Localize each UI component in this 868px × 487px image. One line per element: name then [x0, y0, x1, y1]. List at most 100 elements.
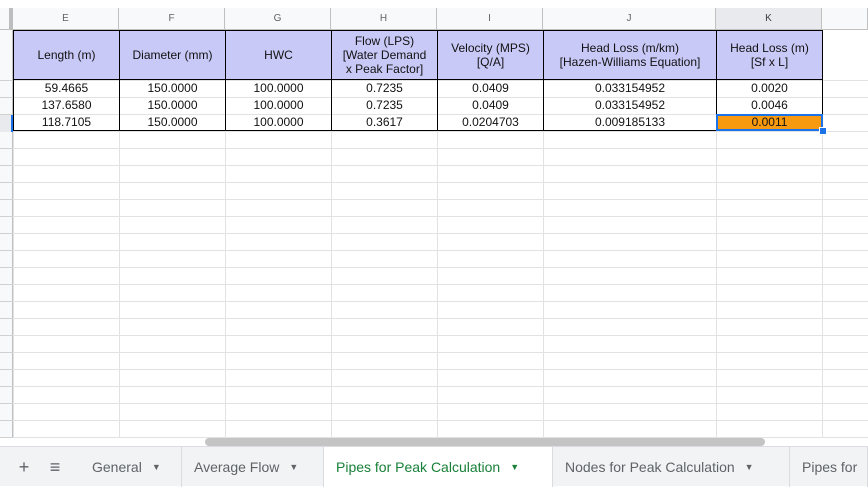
table-cell[interactable]: 137.6580 [13, 97, 120, 114]
table-cell[interactable]: 100.0000 [225, 114, 332, 131]
table-header-cell[interactable]: Diameter (mm) [119, 30, 226, 80]
row-divider [0, 437, 13, 438]
row-divider [0, 335, 13, 336]
table-cell[interactable]: 0.033154952 [543, 97, 717, 114]
table-cell[interactable]: 0.0046 [716, 97, 823, 114]
row-divider [0, 250, 13, 251]
row-divider [0, 267, 13, 268]
select-all-corner[interactable] [0, 8, 13, 30]
table-header-cell[interactable]: HWC [225, 30, 332, 80]
chevron-down-icon[interactable]: ▼ [289, 462, 298, 472]
row-divider [0, 352, 13, 353]
grid-row-line [13, 335, 868, 336]
table-header-text: x Peak Factor] [345, 62, 424, 76]
all-sheets-menu-icon[interactable]: ≡ [44, 455, 66, 479]
column-header-h[interactable]: H [331, 8, 437, 30]
sheet-tab[interactable]: Nodes for Peak Calculation ▼ [553, 447, 790, 487]
table-cell[interactable]: 100.0000 [225, 80, 332, 97]
table-header-text: Diameter (mm) [132, 48, 213, 62]
row-header-strip[interactable] [0, 30, 13, 438]
row-divider [0, 284, 13, 285]
row-divider [0, 165, 13, 166]
sheet-tab-label: General [92, 459, 142, 475]
row-divider [0, 369, 13, 370]
row-divider [0, 97, 13, 98]
add-sheet-button[interactable]: + [14, 455, 34, 479]
horizontal-scrollbar[interactable] [205, 438, 765, 446]
row-divider [0, 386, 13, 387]
table-cell[interactable]: 150.0000 [119, 80, 226, 97]
sheet-tab-label: Pipes for Peak Calculation [336, 459, 501, 475]
column-header-empty[interactable] [822, 8, 868, 30]
fill-handle[interactable] [819, 127, 827, 135]
row-divider [0, 420, 13, 421]
table-header-text: [Hazen-Williams Equation] [559, 55, 701, 69]
table-cell[interactable]: 150.0000 [119, 114, 226, 131]
sheet-tab-label: Nodes for Peak Calculation [565, 459, 735, 475]
table-header-cell[interactable]: Head Loss (m) [Sf x L] [716, 30, 823, 80]
column-header-f[interactable]: F [119, 8, 225, 30]
sheet-tab-bar: + ≡ General ▼ Average Flow ▼ Pipes for Peak … [0, 446, 868, 487]
table-header-text: Head Loss (m/km) [580, 41, 680, 55]
table-cell[interactable]: 0.3617 [331, 114, 438, 131]
table-header-text: Head Loss (m) [730, 41, 809, 55]
table-cell[interactable]: 0.0409 [437, 80, 544, 97]
table-cell[interactable]: 0.0409 [437, 97, 544, 114]
table-cell[interactable]: 0.033154952 [543, 80, 717, 97]
grid-row-line [13, 199, 868, 200]
grid-row-line [13, 250, 868, 251]
grid-row-line [13, 182, 868, 183]
table-cell[interactable]: 0.009185133 [543, 114, 717, 131]
row-divider [0, 148, 13, 149]
table-header-cell[interactable]: Length (m) [13, 30, 120, 80]
row-divider [0, 233, 13, 234]
grid-row-line [13, 233, 868, 234]
table-header-text: Flow (LPS) [354, 34, 415, 48]
row-divider [0, 403, 13, 404]
spreadsheet-grid[interactable]: Length (m) Diameter (mm) HWC Flow (LPS) [Wat… [13, 30, 868, 438]
column-header-i[interactable]: I [437, 8, 543, 30]
grid-row-line [13, 352, 868, 353]
grid-row-line [13, 403, 868, 404]
table-cell[interactable]: 0.0204703 [437, 114, 544, 131]
table-header-cell[interactable]: Head Loss (m/km) [Hazen-Williams Equation… [543, 30, 717, 80]
sheet-tab[interactable]: Pipes for [790, 447, 868, 487]
row-divider [0, 216, 13, 217]
sheet-tab[interactable]: Pipes for Peak Calculation ▼ [324, 447, 553, 487]
table-header-cell[interactable]: Flow (LPS) [Water Demand x Peak Factor] [331, 30, 438, 80]
table-header-text: Velocity (MPS) [451, 41, 530, 55]
table-header-text: [Sf x L] [750, 55, 789, 69]
column-header-e[interactable]: E [13, 8, 119, 30]
row-divider [0, 80, 13, 81]
grid-row-line [13, 131, 868, 132]
sheet-tab-label: Pipes for [802, 459, 858, 475]
grid-row-line [13, 369, 868, 370]
column-header-j[interactable]: J [543, 8, 716, 30]
column-header-k[interactable]: K [716, 8, 822, 30]
sheet-tab[interactable]: General ▼ [80, 447, 182, 487]
grid-row-line [13, 318, 868, 319]
chevron-down-icon[interactable]: ▼ [745, 462, 754, 472]
table-cell[interactable]: 100.0000 [225, 97, 332, 114]
sheet-tab[interactable]: Average Flow ▼ [182, 447, 324, 487]
column-header-g[interactable]: G [225, 8, 331, 30]
table-header-text: [Q/A] [476, 55, 505, 69]
sheet-tab-label: Average Flow [194, 459, 280, 475]
selected-cell[interactable]: 0.0011 [716, 114, 823, 131]
table-cell[interactable]: 59.4665 [13, 80, 120, 97]
grid-row-line [13, 284, 868, 285]
chevron-down-icon[interactable]: ▼ [510, 462, 519, 472]
table-header-cell[interactable]: Velocity (MPS) [Q/A] [437, 30, 544, 80]
table-cell[interactable]: 0.0020 [716, 80, 823, 97]
grid-row-line [13, 420, 868, 421]
table-cell[interactable]: 118.7105 [13, 114, 120, 131]
table-header-text: Length (m) [37, 48, 96, 62]
chevron-down-icon[interactable]: ▼ [152, 462, 161, 472]
table-cell[interactable]: 0.7235 [331, 80, 438, 97]
table-cell[interactable]: 0.7235 [331, 97, 438, 114]
grid-row-line [13, 386, 868, 387]
selected-row-header[interactable] [0, 115, 13, 132]
table-cell[interactable]: 150.0000 [119, 97, 226, 114]
grid-row-line [13, 216, 868, 217]
row-divider [0, 301, 13, 302]
